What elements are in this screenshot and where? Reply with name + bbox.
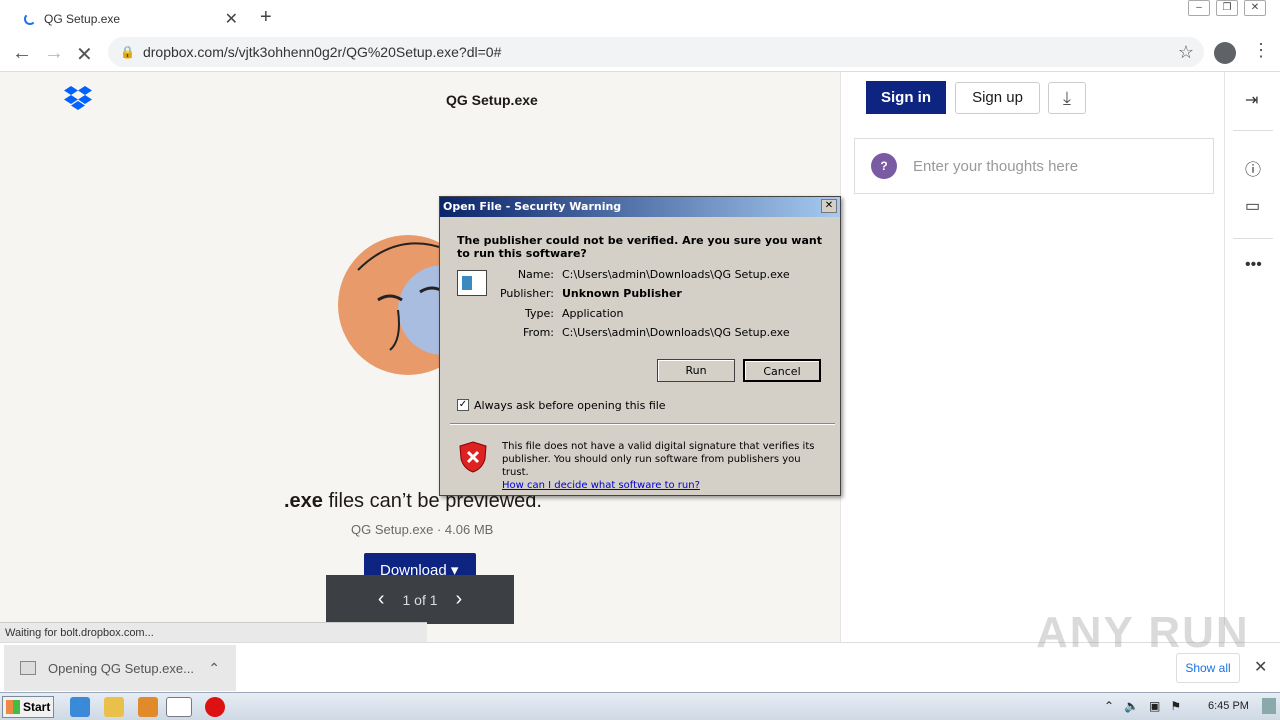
name-value: C:\Users\admin\Downloads\QG Setup.exe <box>562 268 790 281</box>
close-tab-icon[interactable]: ✕ <box>225 9 238 29</box>
minimize-icon[interactable]: – <box>1188 0 1210 16</box>
warning-message: This file does not have a valid digital … <box>502 440 822 492</box>
shield-warning-icon <box>459 441 487 473</box>
sign-in-button[interactable]: Sign in <box>866 81 946 114</box>
clock[interactable]: 6:45 PM <box>1208 700 1249 712</box>
preview-ext: .exe <box>284 490 323 512</box>
right-rail: ⇥ ⓘ ▭ ••• <box>1224 72 1280 642</box>
file-title: QG Setup.exe <box>446 92 538 108</box>
lock-icon: 🔒 <box>120 45 135 59</box>
prev-page-icon[interactable]: ‹ <box>378 588 385 611</box>
download-item[interactable]: Opening QG Setup.exe... ⌃ <box>4 645 236 691</box>
sign-up-button[interactable]: Sign up <box>955 82 1040 114</box>
pager: ‹ 1 of 1 › <box>326 575 514 624</box>
browser-tab[interactable]: QG Setup.exe ✕ <box>14 4 246 34</box>
name-label: Name: <box>517 268 554 281</box>
loading-spinner-icon <box>24 13 36 25</box>
watermark: ANY RUN <box>1036 608 1250 657</box>
comment-box[interactable]: ? Enter your thoughts here <box>854 138 1214 194</box>
question-avatar-icon: ? <box>871 153 897 179</box>
close-window-icon[interactable]: ✕ <box>1244 0 1266 16</box>
comment-icon[interactable]: ▭ <box>1245 196 1260 216</box>
dialog-titlebar: Open File - Security Warning ✕ <box>440 197 840 217</box>
status-bar: Waiting for bolt.dropbox.com... <box>0 622 427 642</box>
stop-icon[interactable]: ✕ <box>76 42 93 67</box>
bookmark-star-icon[interactable]: ☆ <box>1178 42 1194 63</box>
close-shelf-icon[interactable]: ✕ <box>1254 657 1267 677</box>
dialog-divider <box>450 423 835 425</box>
from-value: C:\Users\admin\Downloads\QG Setup.exe <box>562 326 790 339</box>
start-label: Start <box>23 700 51 714</box>
restore-icon[interactable]: ❐ <box>1216 0 1238 16</box>
rail-divider <box>1233 238 1273 239</box>
explorer-icon[interactable] <box>104 697 124 717</box>
rail-divider <box>1233 130 1273 131</box>
always-ask-checkbox[interactable]: ✓ <box>457 399 469 411</box>
warning-text: This file does not have a valid digital … <box>502 441 815 478</box>
from-label: From: <box>523 326 554 339</box>
flag-icon[interactable]: ⚑ <box>1170 699 1181 713</box>
start-button[interactable]: Start <box>2 696 54 718</box>
cancel-button[interactable]: Cancel <box>743 359 821 382</box>
system-tray: ⌃ 🔈 ▣ ⚑ <box>1104 699 1181 713</box>
stop-app-icon[interactable] <box>205 697 225 717</box>
run-button[interactable]: Run <box>657 359 735 382</box>
publisher-label: Publisher: <box>499 287 554 300</box>
more-icon[interactable]: ••• <box>1245 256 1262 274</box>
menu-icon[interactable]: ⋮ <box>1252 40 1270 61</box>
dialog-close-icon[interactable]: ✕ <box>821 199 837 213</box>
chevron-up-icon[interactable]: ⌃ <box>208 660 220 677</box>
network-icon[interactable]: ▣ <box>1149 699 1160 713</box>
address-bar[interactable]: 🔒 dropbox.com/s/vjtk3ohhenn0g2r/QG%20Set… <box>108 37 1204 67</box>
dialog-title: Open File - Security Warning <box>443 200 622 213</box>
media-player-icon[interactable] <box>138 697 158 717</box>
publisher-value: Unknown Publisher <box>562 287 682 300</box>
side-panel: Sign in Sign up ⤓ ? Enter your thoughts … <box>840 72 1224 642</box>
window-controls: – ❐ ✕ <box>1188 0 1266 16</box>
dropbox-logo-icon[interactable] <box>64 86 92 110</box>
forward-icon[interactable]: → <box>44 42 64 65</box>
security-warning-dialog: Open File - Security Warning ✕ The publi… <box>439 196 841 496</box>
type-label: Type: <box>525 307 554 320</box>
always-ask-label[interactable]: Always ask before opening this file <box>474 399 666 412</box>
taskbar: Start ⌃ 🔈 ▣ ⚑ 6:45 PM <box>0 692 1280 720</box>
chrome-icon[interactable] <box>166 697 192 717</box>
file-icon <box>20 661 36 675</box>
tab-strip: QG Setup.exe ✕ + – ❐ ✕ <box>0 0 1280 34</box>
url-text[interactable]: dropbox.com/s/vjtk3ohhenn0g2r/QG%20Setup… <box>143 44 1178 60</box>
volume-icon[interactable]: 🔈 <box>1124 699 1139 713</box>
collapse-panel-icon[interactable]: ⇥ <box>1245 90 1258 110</box>
tray-arrow-icon[interactable]: ⌃ <box>1104 699 1114 713</box>
new-tab-icon[interactable]: + <box>260 6 272 29</box>
help-link[interactable]: How can I decide what software to run? <box>502 480 700 491</box>
comment-input[interactable]: Enter your thoughts here <box>913 158 1078 175</box>
toolbar: ← → ✕ 🔒 dropbox.com/s/vjtk3ohhenn0g2r/QG… <box>0 34 1280 72</box>
windows-flag-icon <box>6 700 20 714</box>
info-icon[interactable]: ⓘ <box>1245 156 1261 180</box>
tab-title: QG Setup.exe <box>44 12 121 26</box>
profile-avatar-icon[interactable] <box>1214 42 1236 64</box>
dialog-question: The publisher could not be verified. Are… <box>457 234 822 260</box>
ie-icon[interactable] <box>70 697 90 717</box>
back-icon[interactable]: ← <box>12 42 32 65</box>
next-page-icon[interactable]: › <box>456 588 463 611</box>
page-indicator: 1 of 1 <box>402 591 438 608</box>
show-desktop-button[interactable] <box>1262 698 1276 714</box>
download-icon[interactable]: ⤓ <box>1048 82 1086 114</box>
download-item-label: Opening QG Setup.exe... <box>48 660 194 676</box>
type-value: Application <box>562 307 624 320</box>
file-info: QG Setup.exe · 4.06 MB <box>351 522 494 537</box>
